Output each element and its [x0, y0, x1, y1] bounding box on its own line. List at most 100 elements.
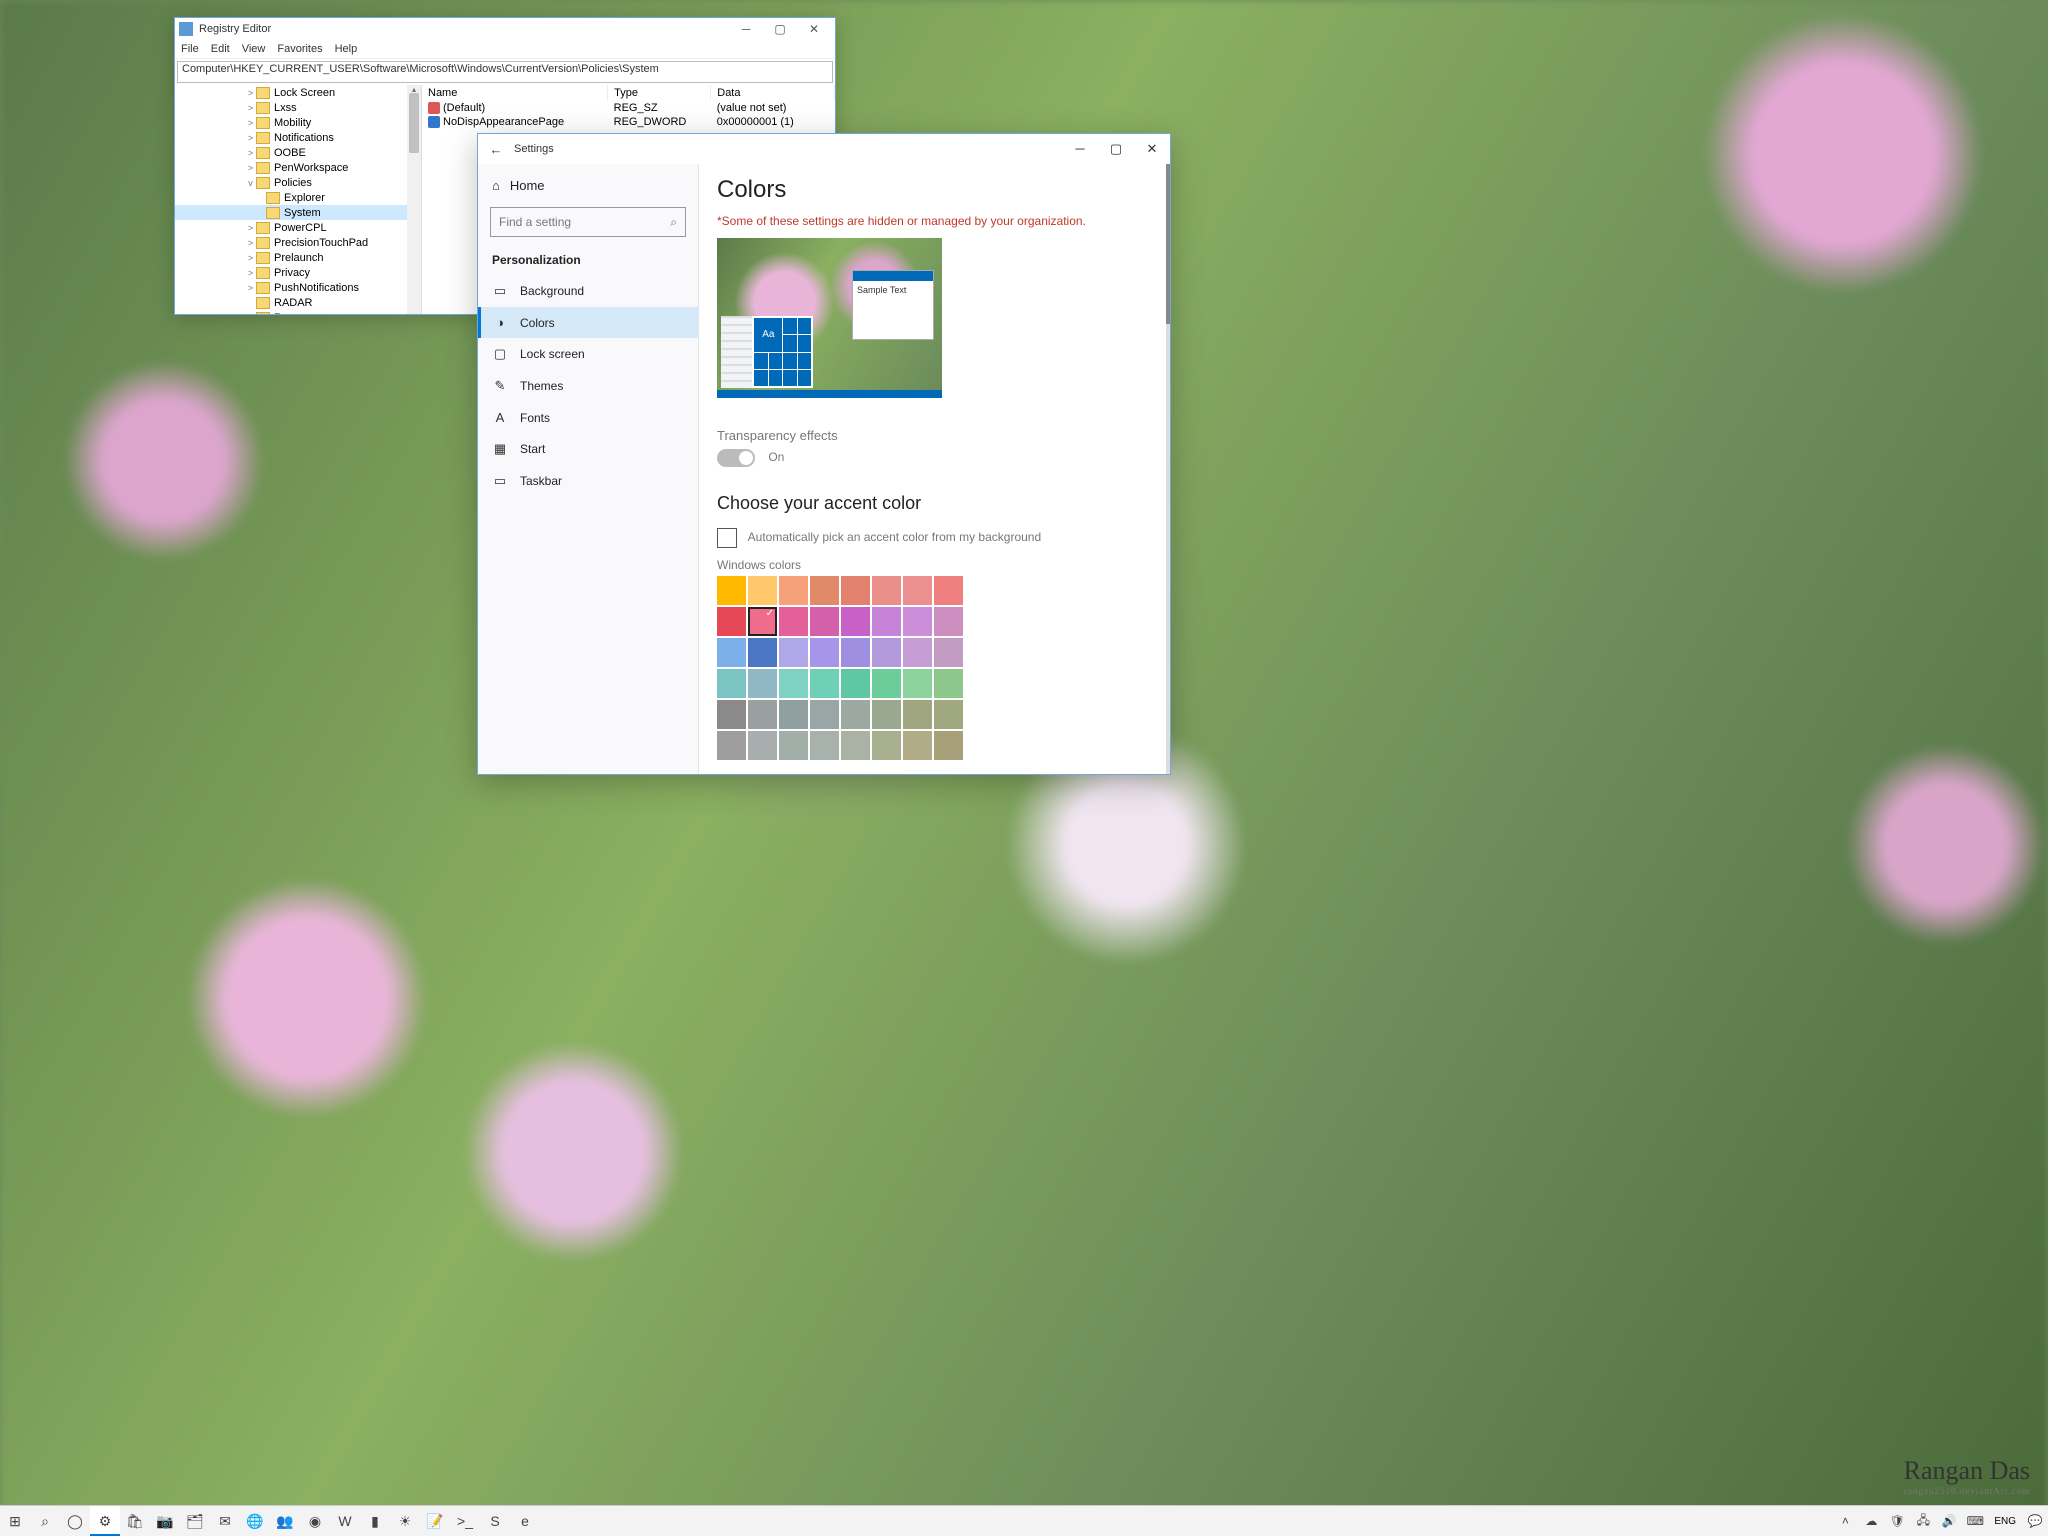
color-swatch[interactable]: [872, 700, 901, 729]
taskbar-explorer-icon[interactable]: 🗂: [180, 1506, 210, 1536]
tree-node[interactable]: >Privacy: [175, 265, 421, 280]
menu-file[interactable]: File: [181, 43, 199, 55]
col-header[interactable]: Name: [422, 85, 608, 101]
menu-help[interactable]: Help: [335, 43, 358, 55]
taskbar-notes-icon[interactable]: 📝: [420, 1506, 450, 1536]
color-swatch[interactable]: [779, 700, 808, 729]
tray-net-icon[interactable]: 🖧: [1910, 1506, 1936, 1536]
color-swatch[interactable]: [841, 669, 870, 698]
color-swatch[interactable]: [779, 638, 808, 667]
color-swatch[interactable]: [717, 731, 746, 760]
menu-favorites[interactable]: Favorites: [277, 43, 322, 55]
tree-node[interactable]: RADAR: [175, 295, 421, 310]
color-swatch[interactable]: [903, 700, 932, 729]
color-swatch[interactable]: [717, 607, 746, 636]
regedit-titlebar[interactable]: Registry Editor ─ ▢ ✕: [175, 18, 835, 40]
taskbar-camera-icon[interactable]: 📷: [150, 1506, 180, 1536]
nav-item-background[interactable]: ▭Background: [478, 275, 698, 307]
color-swatch[interactable]: [903, 731, 932, 760]
taskbar-chrome-icon[interactable]: ◉: [300, 1506, 330, 1536]
tray-language[interactable]: ENG: [1988, 1516, 2022, 1527]
nav-item-themes[interactable]: ✎Themes: [478, 370, 698, 402]
nav-home[interactable]: ⌂ Home: [478, 172, 698, 199]
color-swatch[interactable]: [872, 576, 901, 605]
regedit-tree[interactable]: >Lock Screen>Lxss>Mobility>Notifications…: [175, 85, 422, 314]
color-swatch[interactable]: [872, 731, 901, 760]
color-swatch[interactable]: [903, 576, 932, 605]
color-swatch[interactable]: [810, 700, 839, 729]
taskbar-word-icon[interactable]: W: [330, 1506, 360, 1536]
color-swatch[interactable]: [779, 731, 808, 760]
color-swatch[interactable]: [872, 607, 901, 636]
taskbar-skype-icon[interactable]: S: [480, 1506, 510, 1536]
tree-node[interactable]: >PrecisionTouchPad: [175, 235, 421, 250]
color-swatch[interactable]: [717, 638, 746, 667]
color-swatch[interactable]: [841, 731, 870, 760]
color-swatch[interactable]: [717, 669, 746, 698]
transparency-toggle[interactable]: [717, 449, 755, 467]
color-swatch[interactable]: [841, 638, 870, 667]
menu-edit[interactable]: Edit: [211, 43, 230, 55]
color-swatch[interactable]: [903, 669, 932, 698]
minimize-button[interactable]: ─: [729, 22, 763, 36]
color-swatch[interactable]: [748, 731, 777, 760]
color-swatch[interactable]: [810, 638, 839, 667]
col-header[interactable]: Data: [711, 85, 835, 101]
tray-defender-icon[interactable]: 🛡: [1884, 1506, 1910, 1536]
tree-node[interactable]: >PushNotifications: [175, 280, 421, 295]
taskbar-weather-icon[interactable]: ☀: [390, 1506, 420, 1536]
tree-node[interactable]: >Prelaunch: [175, 250, 421, 265]
settings-search[interactable]: Find a setting ⌕: [490, 207, 686, 237]
close-button[interactable]: ✕: [797, 22, 831, 36]
color-swatch[interactable]: [810, 669, 839, 698]
color-swatch[interactable]: [810, 576, 839, 605]
regedit-address-bar[interactable]: Computer\HKEY_CURRENT_USER\Software\Micr…: [177, 61, 833, 83]
color-swatch[interactable]: [841, 607, 870, 636]
action-center-icon[interactable]: 💬: [2022, 1506, 2048, 1536]
tree-node[interactable]: System: [175, 205, 421, 220]
tree-scrollbar[interactable]: ▴: [407, 85, 421, 314]
auto-accent-checkbox[interactable]: [717, 528, 737, 548]
taskbar-teams-icon[interactable]: 👥: [270, 1506, 300, 1536]
tray-chev-icon[interactable]: ˄: [1832, 1506, 1858, 1536]
content-scrollbar[interactable]: [1166, 164, 1170, 774]
color-swatch[interactable]: [717, 700, 746, 729]
taskbar-terminal-icon[interactable]: ▮: [360, 1506, 390, 1536]
taskbar-edge-dev-icon[interactable]: 🌐: [240, 1506, 270, 1536]
taskbar-store-icon[interactable]: 🛍: [120, 1506, 150, 1536]
taskbar-edge-icon[interactable]: e: [510, 1506, 540, 1536]
color-swatch[interactable]: [903, 607, 932, 636]
tree-node[interactable]: >OOBE: [175, 145, 421, 160]
col-header[interactable]: Type: [608, 85, 711, 101]
color-swatch[interactable]: [748, 607, 777, 636]
color-swatch[interactable]: [934, 638, 963, 667]
value-row[interactable]: NoDispAppearancePageREG_DWORD0x00000001 …: [422, 115, 835, 129]
settings-titlebar[interactable]: ← Settings ─ ▢ ✕: [478, 134, 1170, 164]
color-swatch[interactable]: [779, 669, 808, 698]
tree-node[interactable]: >Notifications: [175, 130, 421, 145]
color-swatch[interactable]: [841, 576, 870, 605]
tray-vol-icon[interactable]: 🔊: [1936, 1506, 1962, 1536]
color-swatch[interactable]: [779, 576, 808, 605]
nav-item-colors[interactable]: ◑Colors: [478, 307, 698, 338]
tree-node[interactable]: >PowerCPL: [175, 220, 421, 235]
color-swatch[interactable]: [748, 576, 777, 605]
color-swatch[interactable]: [934, 669, 963, 698]
tray-cloud-icon[interactable]: ☁: [1858, 1506, 1884, 1536]
tree-node[interactable]: >Lock Screen: [175, 85, 421, 100]
color-swatch[interactable]: [810, 731, 839, 760]
color-swatch[interactable]: [872, 669, 901, 698]
color-swatch[interactable]: [903, 638, 932, 667]
nav-item-fonts[interactable]: AFonts: [478, 402, 698, 433]
taskbar-powershell-icon[interactable]: >_: [450, 1506, 480, 1536]
tree-node[interactable]: >Mobility: [175, 115, 421, 130]
color-swatch[interactable]: [748, 638, 777, 667]
maximize-button[interactable]: ▢: [763, 22, 797, 36]
color-swatch[interactable]: [872, 638, 901, 667]
tree-node[interactable]: Explorer: [175, 190, 421, 205]
tree-node[interactable]: >PenWorkspace: [175, 160, 421, 175]
tree-node[interactable]: Run: [175, 310, 421, 314]
color-swatch[interactable]: [934, 700, 963, 729]
tree-node[interactable]: vPolicies: [175, 175, 421, 190]
color-swatch[interactable]: [779, 607, 808, 636]
